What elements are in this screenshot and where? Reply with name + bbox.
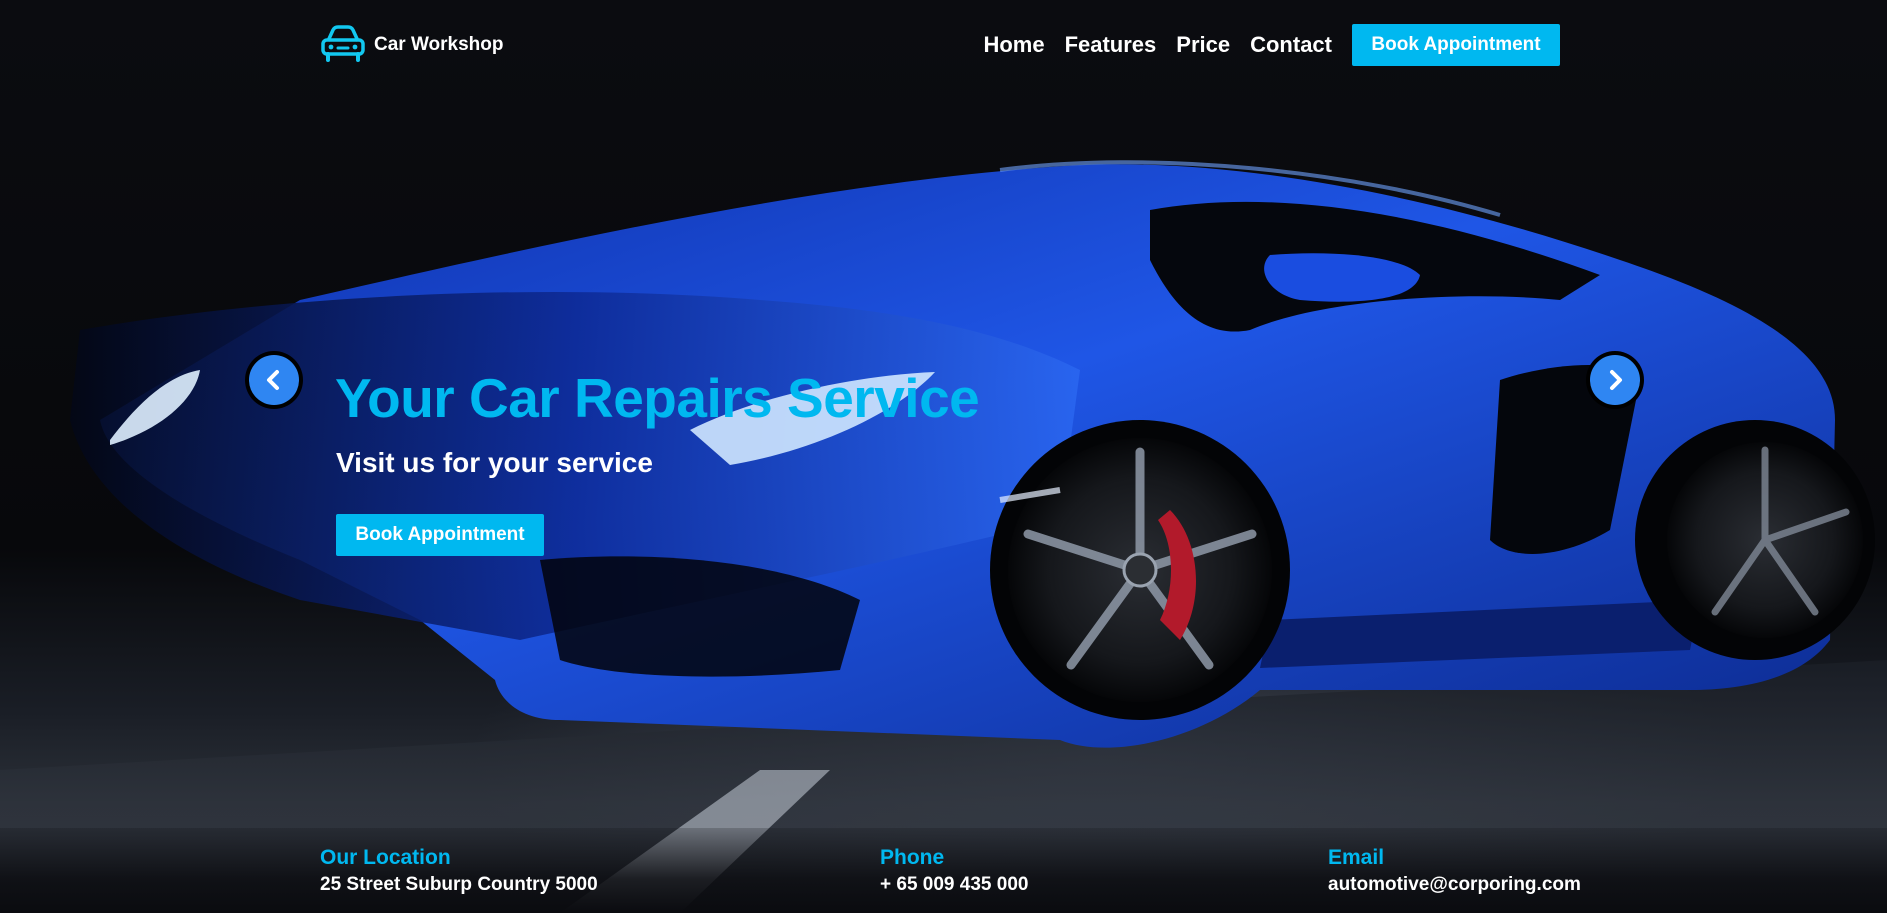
site-header: Car Workshop Home Features Price Contact… [320, 22, 1560, 68]
hero-title: Your Car Repairs Service [335, 367, 980, 429]
phone-label: Phone [880, 846, 945, 869]
header-book-appointment-button[interactable]: Book Appointment [1352, 24, 1560, 66]
chevron-left-icon [267, 370, 279, 390]
location-label: Our Location [320, 846, 451, 869]
slider-prev-button[interactable] [245, 351, 303, 409]
nav-price[interactable]: Price [1176, 32, 1230, 58]
nav-home[interactable]: Home [983, 32, 1044, 58]
car-icon [320, 23, 366, 67]
email-value[interactable]: automotive@corporing.com [1328, 874, 1581, 896]
location-value: 25 Street Suburp Country 5000 [320, 874, 598, 895]
phone-value[interactable]: + 65 009 435 000 [880, 874, 1028, 896]
hero-background [0, 0, 1887, 913]
nav-features[interactable]: Features [1065, 32, 1157, 58]
brand[interactable]: Car Workshop [320, 23, 504, 67]
contact-email: Email automotive@corporing.com [1328, 846, 1581, 896]
slider-next-button[interactable] [1586, 351, 1644, 409]
email-label: Email [1328, 846, 1385, 869]
contact-location: Our Location 25 Street Suburp Country 50… [320, 846, 598, 896]
main-nav: Home Features Price Contact Book Appoint… [983, 24, 1560, 66]
sports-car-image [0, 160, 1887, 913]
brand-name: Car Workshop [374, 34, 504, 55]
chevron-right-icon [1610, 370, 1622, 390]
nav-contact[interactable]: Contact [1250, 32, 1332, 58]
hero-subtitle: Visit us for your service [336, 447, 653, 478]
hero-book-appointment-button[interactable]: Book Appointment [336, 514, 544, 556]
contact-phone: Phone + 65 009 435 000 [880, 846, 1028, 896]
